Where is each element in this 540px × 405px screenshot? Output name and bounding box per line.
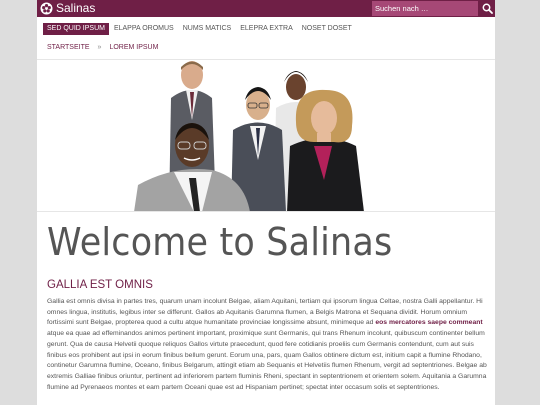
nav-item-elepra-extra[interactable]: Elepra extra (236, 23, 297, 35)
top-bar: Salinas (37, 0, 495, 17)
nav-item-elappa-oromus[interactable]: Elappa oromus (110, 23, 178, 35)
body-paragraph: Gallia est omnis divisa in partes tres, … (47, 297, 495, 393)
hero-image (134, 60, 384, 212)
main-nav: Sed quid ipsum Elappa oromus Nums matics… (43, 23, 357, 35)
hero-divider (37, 211, 495, 212)
search-icon[interactable] (480, 1, 494, 16)
nav-item-noset-doset[interactable]: Noset doset (298, 23, 356, 35)
search-input[interactable] (372, 1, 478, 16)
page-title: Welcome to Salinas (47, 220, 393, 264)
breadcrumb-separator: » (97, 44, 102, 51)
breadcrumb: Startseite » Lorem ipsum (47, 43, 158, 52)
breadcrumb-home[interactable]: Startseite (47, 44, 90, 51)
section-heading: Gallia est omnis (47, 279, 153, 291)
breadcrumb-current[interactable]: Lorem ipsum (109, 44, 158, 51)
nav-item-sed-quid-ipsum[interactable]: Sed quid ipsum (43, 23, 109, 35)
nav-item-nums-matics[interactable]: Nums matics (179, 23, 235, 35)
paragraph-bold-text: eos mercatores saepe commeant (375, 319, 483, 327)
paragraph-text-end: atque ea quae ad effeminandos animos per… (47, 330, 487, 391)
flower-logo-icon[interactable] (40, 2, 53, 15)
site-title[interactable]: Salinas (56, 0, 95, 17)
page: Salinas Sed quid ipsum Elappa oromus Num… (37, 0, 495, 405)
